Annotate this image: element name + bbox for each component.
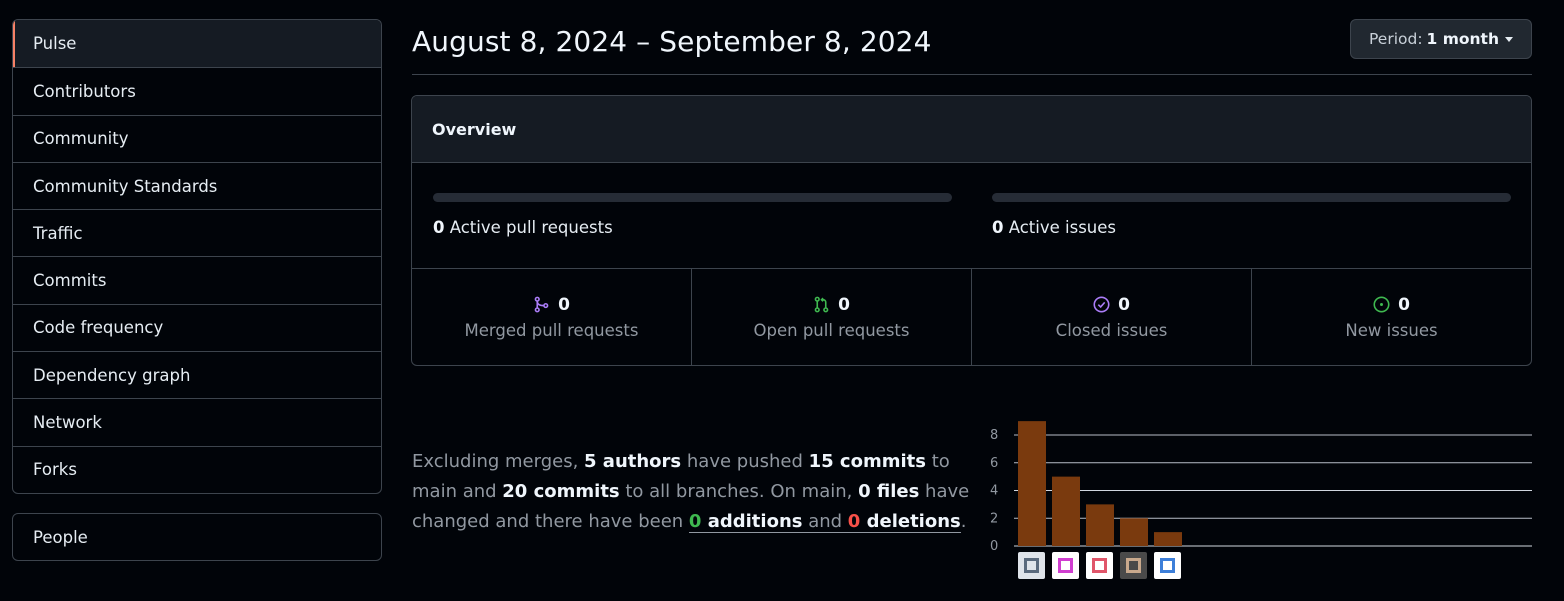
author-avatar[interactable] — [1120, 552, 1147, 579]
closed-issues-count: 0 — [1118, 294, 1130, 315]
period-dropdown-button[interactable]: Period: 1 month — [1350, 19, 1532, 59]
chevron-down-icon — [1505, 36, 1514, 42]
menu-item-label: Community — [33, 129, 129, 149]
merged-pull-requests-stat[interactable]: 0 Merged pull requests — [412, 269, 691, 365]
menu-item-label: Forks — [33, 460, 77, 480]
new-issues-count: 0 — [1398, 294, 1410, 315]
additions-deletions-link[interactable]: 0 additions and 0 deletions — [688, 511, 961, 533]
page-title: August 8, 2024 – September 8, 2024 — [412, 25, 932, 58]
menu-item-community[interactable]: Community — [13, 114, 381, 162]
merged-prs-label: Merged pull requests — [464, 320, 639, 340]
active-issues-link[interactable]: 0 Active issues — [992, 218, 1116, 237]
identicon-pattern — [1092, 558, 1107, 573]
additions-label: additions — [701, 511, 803, 532]
new-issues-label: New issues — [1345, 320, 1438, 340]
menu-item-label: Commits — [33, 271, 107, 291]
divider — [412, 74, 1532, 75]
overview-panel: Overview 0 Active pull requests 0 Active… — [411, 95, 1532, 366]
menu-item-forks[interactable]: Forks — [13, 445, 381, 493]
summary-text: to all branches. On main, — [619, 481, 859, 502]
y-tick-label: 4 — [990, 484, 998, 499]
menu-item-label: Network — [33, 413, 102, 433]
identicon-pattern — [1160, 558, 1175, 573]
menu-item-label: Pulse — [33, 34, 77, 54]
y-tick-label: 8 — [990, 428, 998, 443]
menu-item-people[interactable]: People — [13, 514, 381, 560]
closed-issues-label: Closed issues — [1055, 320, 1168, 340]
closed-issues-stat[interactable]: 0 Closed issues — [971, 269, 1251, 365]
new-issues-stat[interactable]: 0 New issues — [1251, 269, 1531, 365]
merged-prs-count: 0 — [558, 294, 570, 315]
menu-item-traffic[interactable]: Traffic — [13, 209, 381, 256]
menu-item-label: Contributors — [33, 81, 136, 101]
author-avatar[interactable] — [1154, 552, 1181, 579]
summary-text: Excluding merges, — [412, 451, 585, 472]
menu-item-label: Dependency graph — [33, 365, 191, 385]
author-avatar[interactable] — [1052, 552, 1079, 579]
menu-item-label: People — [33, 527, 88, 547]
commits-chart-svg: 8 6 4 2 0 — [990, 421, 1532, 554]
additions-count: 0 — [688, 511, 702, 532]
pull-request-icon — [814, 296, 829, 313]
menu-item-dependency-graph[interactable]: Dependency graph — [13, 351, 381, 398]
active-prs-count: 0 — [433, 218, 445, 237]
open-pull-requests-stat[interactable]: 0 Open pull requests — [691, 269, 971, 365]
open-prs-count: 0 — [838, 294, 850, 315]
identicon-pattern — [1058, 558, 1073, 573]
period-value: 1 month — [1426, 30, 1500, 48]
period-prefix: Period: — [1368, 30, 1423, 48]
merge-icon — [534, 296, 549, 313]
commit-bar[interactable] — [1154, 532, 1182, 546]
author-avatar[interactable] — [1086, 552, 1113, 579]
deletions-count: 0 — [847, 511, 861, 532]
commits-all-count: 20 commits — [502, 481, 620, 502]
menu-item-pulse[interactable]: Pulse — [13, 20, 381, 68]
menu-item-commits[interactable]: Commits — [13, 256, 381, 303]
active-prs-label: Active pull requests — [449, 218, 613, 237]
menu-item-network[interactable]: Network — [13, 398, 381, 445]
menu-item-contributors[interactable]: Contributors — [13, 67, 381, 114]
overview-activity: 0 Active pull requests 0 Active issues — [412, 163, 1531, 269]
authors-count: 5 authors — [584, 451, 682, 472]
author-avatar[interactable] — [1018, 552, 1045, 579]
y-tick-label: 0 — [990, 539, 998, 554]
files-changed-count: 0 files — [858, 481, 920, 502]
commit-bar[interactable] — [1086, 504, 1114, 546]
commit-bar[interactable] — [1018, 421, 1046, 546]
overview-title: Overview — [412, 96, 1531, 163]
identicon-pattern — [1024, 558, 1039, 573]
pull-requests-progress-bar — [433, 193, 952, 202]
issue-closed-icon — [1093, 296, 1110, 313]
overview-stats: 0 Merged pull requests 0 Open pull reque… — [412, 269, 1531, 365]
issue-opened-icon — [1373, 296, 1390, 313]
commit-summary: Excluding merges, 5 authors have pushed … — [412, 447, 977, 537]
identicon-pattern — [1126, 558, 1141, 573]
active-pull-requests-link[interactable]: 0 Active pull requests — [433, 218, 613, 237]
issues-progress-bar — [992, 193, 1511, 202]
commits-by-author-chart: 8 6 4 2 0 — [982, 415, 1534, 585]
repo-insights-menu: Pulse Contributors Community Community S… — [12, 19, 382, 494]
summary-text: have pushed — [681, 451, 809, 472]
y-tick-label: 6 — [990, 456, 998, 471]
menu-item-label: Code frequency — [33, 318, 164, 338]
commits-main-count: 15 commits — [808, 451, 926, 472]
commit-bar[interactable] — [1052, 476, 1080, 546]
summary-text: and — [802, 511, 848, 532]
people-menu: People — [12, 513, 382, 561]
commit-bar[interactable] — [1120, 518, 1148, 546]
summary-text: . — [960, 511, 967, 532]
active-issues-label: Active issues — [1008, 218, 1117, 237]
menu-item-community-standards[interactable]: Community Standards — [13, 161, 381, 209]
deletions-label: deletions — [860, 511, 961, 532]
menu-item-label: Traffic — [33, 223, 83, 243]
menu-item-code-frequency[interactable]: Code frequency — [13, 303, 381, 351]
y-tick-label: 2 — [990, 511, 998, 526]
active-issues-count: 0 — [992, 218, 1004, 237]
menu-item-label: Community Standards — [33, 176, 218, 196]
open-prs-label: Open pull requests — [753, 320, 910, 340]
